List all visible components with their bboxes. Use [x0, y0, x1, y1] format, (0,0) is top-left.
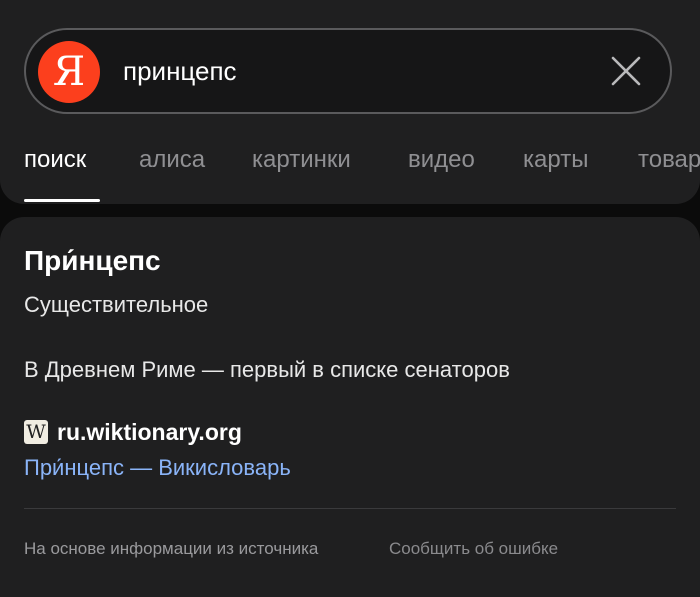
divider	[24, 508, 676, 509]
part-of-speech: Существительное	[24, 292, 209, 317]
dictionary-card: При́нцепс Существительное В Древнем Риме…	[0, 217, 700, 597]
result-title: При́нцепс	[24, 245, 161, 276]
tab-images[interactable]: картинки	[252, 146, 351, 174]
report-error-link[interactable]: Сообщить об ошибке	[389, 539, 558, 559]
definition-text: В Древнем Риме — первый в списке сенатор…	[24, 357, 510, 382]
tab-alice[interactable]: алиса	[139, 146, 205, 174]
close-icon[interactable]	[610, 55, 642, 87]
search-header: Я принцепс поиск алиса картинки видео ка…	[0, 0, 700, 204]
tab-products[interactable]: товары	[638, 146, 700, 174]
wiktionary-icon: W	[24, 420, 48, 444]
active-tab-indicator	[24, 199, 100, 202]
source-domain[interactable]: ru.wiktionary.org	[57, 419, 242, 446]
tab-maps[interactable]: карты	[523, 146, 588, 174]
yandex-logo[interactable]: Я	[38, 41, 100, 103]
search-tabs: поиск алиса картинки видео карты товары	[0, 140, 700, 204]
source-note: На основе информации из источника	[24, 539, 319, 558]
source-row[interactable]: W ru.wiktionary.org	[24, 416, 242, 448]
search-input[interactable]: принцепс	[123, 30, 237, 112]
tab-video[interactable]: видео	[408, 146, 475, 174]
search-bar[interactable]: Я принцепс	[24, 28, 672, 114]
tab-search[interactable]: поиск	[24, 146, 86, 174]
source-link[interactable]: При́нцепс — Викисловарь	[24, 455, 291, 481]
